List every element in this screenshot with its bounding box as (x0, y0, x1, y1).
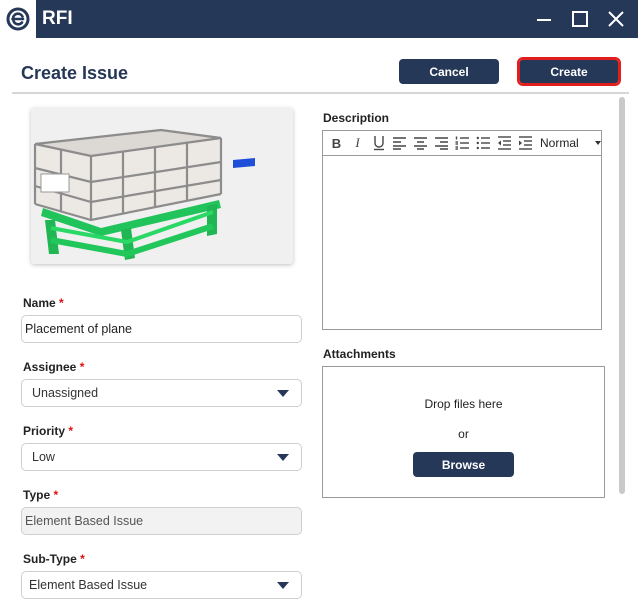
attachments-label: Attachments (323, 347, 396, 361)
maximize-icon[interactable] (562, 0, 598, 38)
format-value: Normal (540, 136, 579, 150)
italic-icon[interactable]: I (349, 135, 366, 152)
chevron-down-icon (277, 390, 289, 397)
type-label: Type * (23, 488, 59, 502)
or-text: or (458, 427, 469, 441)
attachments-dropzone[interactable]: Drop files here or Browse (322, 366, 605, 498)
align-center-icon[interactable] (412, 135, 429, 152)
assignee-value: Unassigned (32, 386, 99, 400)
priority-value: Low (32, 450, 55, 464)
scrollbar[interactable] (619, 97, 625, 494)
outdent-icon[interactable] (496, 135, 513, 152)
align-left-icon[interactable] (391, 135, 408, 152)
priority-label: Priority * (23, 424, 74, 438)
name-label: Name * (23, 296, 64, 310)
create-button[interactable]: Create (517, 57, 621, 86)
assignee-select[interactable]: Unassigned (21, 379, 302, 407)
header-divider (12, 92, 629, 94)
type-field: Element Based Issue (21, 507, 302, 535)
subtype-select[interactable]: Element Based Issue (21, 571, 302, 599)
cancel-button[interactable]: Cancel (399, 59, 499, 84)
browse-button[interactable]: Browse (413, 452, 514, 477)
bullet-list-icon[interactable] (475, 135, 492, 152)
element-preview-image (31, 108, 293, 264)
chevron-down-icon (277, 582, 289, 589)
name-field[interactable]: Placement of plane (21, 315, 302, 343)
drop-text: Drop files here (424, 397, 503, 411)
window-title: RFI (42, 8, 73, 29)
page-title: Create Issue (21, 63, 129, 83)
chevron-down-icon (277, 454, 289, 461)
format-select[interactable]: Normal (540, 136, 601, 150)
minimize-icon[interactable] (526, 0, 562, 38)
underline-icon[interactable] (370, 135, 387, 152)
description-input[interactable] (323, 157, 601, 329)
subtype-value: Element Based Issue (29, 578, 148, 592)
description-editor: B I Normal (322, 130, 602, 330)
ordered-list-icon[interactable] (454, 135, 471, 152)
app-logo-icon (0, 0, 36, 38)
chevron-down-icon (594, 141, 601, 145)
priority-select[interactable]: Low (21, 443, 302, 471)
title-bar: RFI (0, 0, 638, 38)
align-right-icon[interactable] (433, 135, 450, 152)
indent-icon[interactable] (517, 135, 534, 152)
close-icon[interactable] (598, 0, 634, 38)
assignee-label: Assignee * (23, 360, 85, 374)
subtype-label: Sub-Type * (23, 552, 85, 566)
editor-toolbar: B I Normal (323, 131, 601, 156)
description-label: Description (323, 111, 390, 125)
bold-icon[interactable]: B (328, 135, 345, 152)
